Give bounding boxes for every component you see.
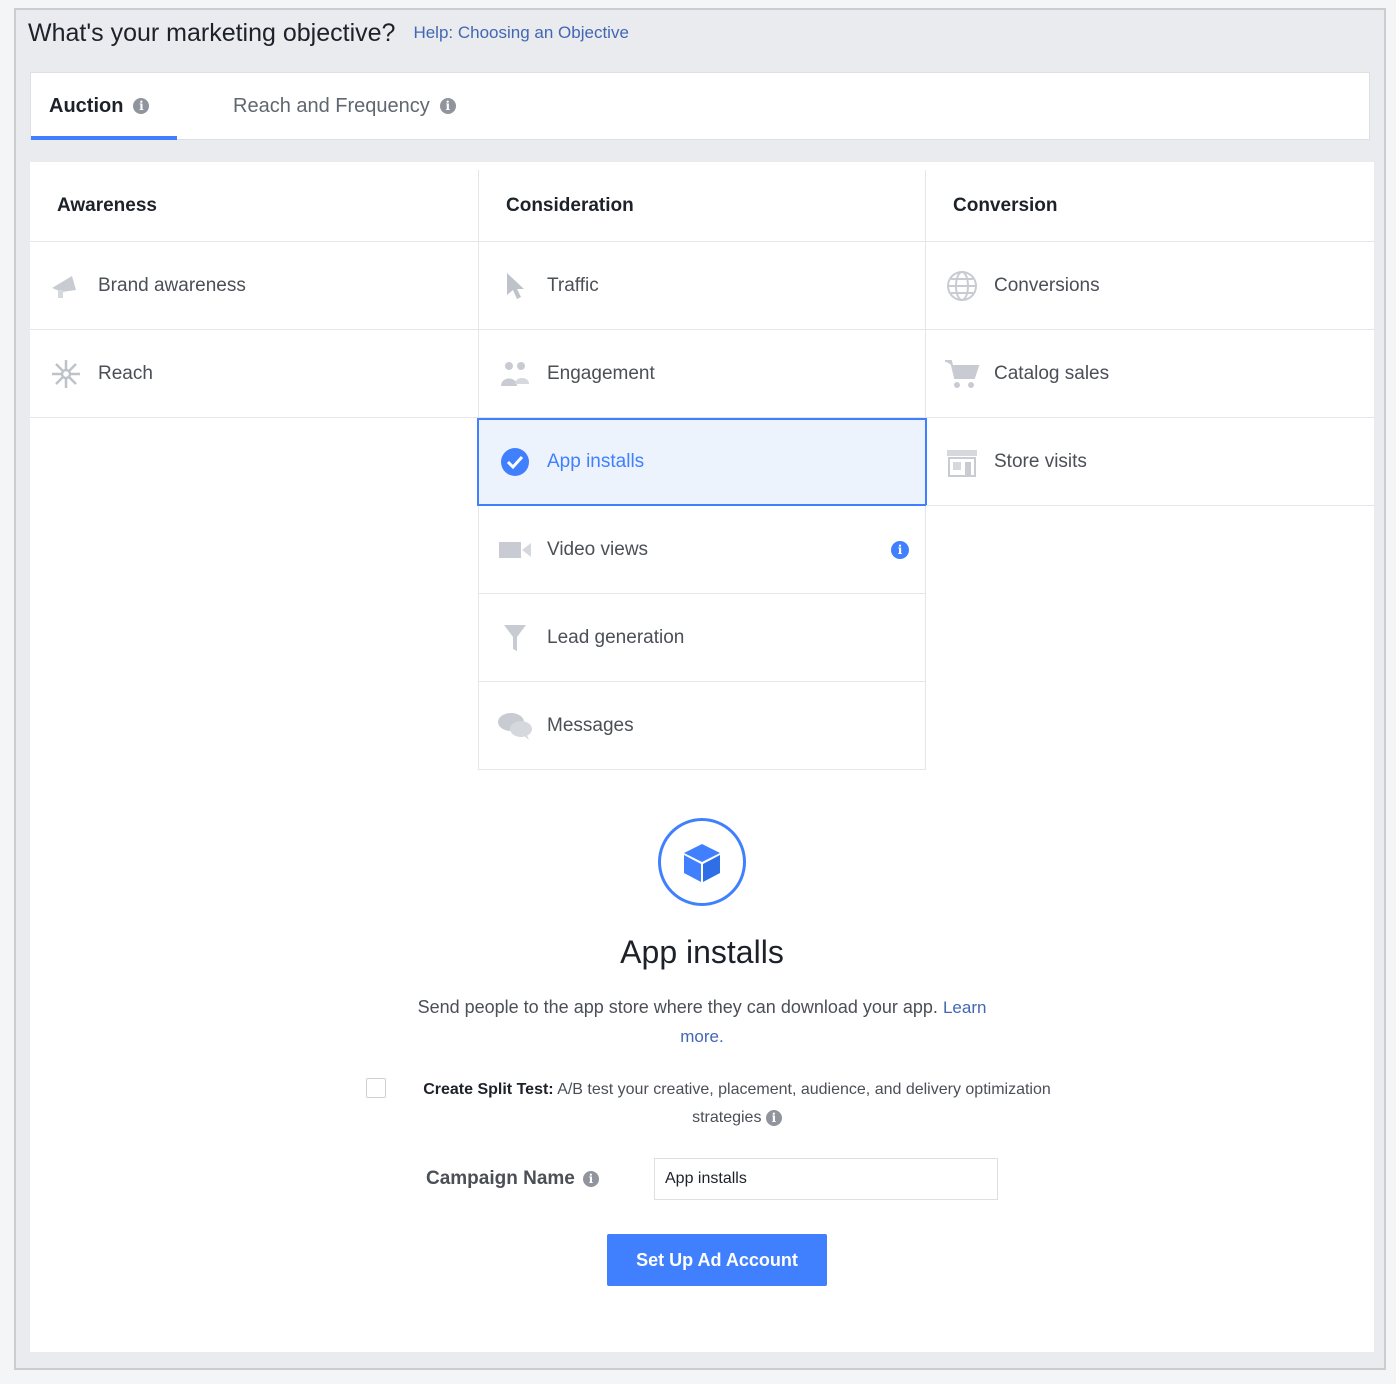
buying-type-tabs: Auction i Reach and Frequency i (30, 72, 1370, 140)
check-circle-icon (497, 444, 533, 480)
learn-more-link-continued[interactable]: more. (680, 1027, 723, 1046)
megaphone-icon (48, 268, 84, 304)
objective-app-installs[interactable]: App installs (477, 418, 927, 506)
column-heading-conversion: Conversion (926, 170, 1374, 242)
split-test-checkbox[interactable] (366, 1078, 386, 1098)
objective-label: Messages (547, 714, 634, 736)
objective-grid: Awareness Brand awareness Reach Consider… (30, 170, 1374, 770)
objective-panel: Awareness Brand awareness Reach Consider… (30, 162, 1374, 1352)
campaign-name-input[interactable] (654, 1158, 998, 1200)
objective-lead-generation[interactable]: Lead generation (479, 594, 925, 682)
objective-brand-awareness[interactable]: Brand awareness (30, 242, 478, 330)
objective-label: App installs (547, 451, 645, 472)
objective-label: Conversions (994, 274, 1100, 296)
help-link[interactable]: Help: Choosing an Objective (413, 23, 628, 43)
info-icon[interactable]: i (133, 98, 150, 114)
objective-detail: App installs Send people to the app stor… (30, 818, 1374, 1286)
split-test-description: A/B test your creative, placement, audie… (557, 1081, 1051, 1126)
store-icon (944, 444, 980, 480)
page-title: What's your marketing objective? (28, 18, 396, 47)
funnel-icon (497, 620, 533, 656)
detail-title: App installs (620, 934, 784, 970)
header: What's your marketing objective? Help: C… (28, 10, 629, 56)
split-test-text: Create Split Test: A/B test your creativ… (422, 1076, 1052, 1132)
campaign-name-label: Campaign Name i (426, 1168, 654, 1190)
globe-icon (944, 268, 980, 304)
tab-reach-frequency-label: Reach and Frequency (233, 94, 430, 117)
set-up-ad-account-button[interactable]: Set Up Ad Account (607, 1234, 827, 1286)
learn-more-link[interactable]: Learn (943, 998, 986, 1017)
detail-description-text: Send people to the app store where they … (417, 997, 938, 1017)
objective-traffic[interactable]: Traffic (479, 242, 925, 330)
cart-icon (944, 356, 980, 392)
objective-label: Store visits (994, 450, 1087, 472)
split-test-label: Create Split Test: (423, 1081, 554, 1098)
objective-label: Catalog sales (994, 362, 1110, 384)
tab-reach-and-frequency[interactable]: Reach and Frequency i (177, 73, 456, 139)
tab-auction-label: Auction (49, 94, 124, 117)
people-icon (497, 356, 533, 392)
column-heading-consideration: Consideration (479, 170, 925, 242)
objective-catalog-sales[interactable]: Catalog sales (926, 330, 1374, 418)
campaign-name-row: Campaign Name i (426, 1158, 1026, 1200)
detail-description: Send people to the app store where they … (30, 993, 1374, 1051)
tab-auction[interactable]: Auction i (31, 73, 177, 140)
objective-reach[interactable]: Reach (30, 330, 478, 418)
objective-conversions[interactable]: Conversions (926, 242, 1374, 330)
objective-label: Engagement (547, 362, 655, 384)
objective-label: Reach (98, 362, 153, 384)
cursor-icon (497, 268, 533, 304)
video-camera-icon (497, 532, 533, 568)
campaign-name-label-text: Campaign Name (426, 1168, 575, 1189)
info-icon[interactable]: i (891, 540, 909, 559)
chat-bubbles-icon (497, 708, 533, 744)
column-awareness: Awareness Brand awareness Reach (30, 170, 478, 770)
objective-store-visits[interactable]: Store visits (926, 418, 1374, 506)
objective-video-views[interactable]: Video views i (479, 506, 925, 594)
objective-label: Brand awareness (98, 274, 246, 296)
objective-label: Lead generation (547, 626, 685, 648)
objective-engagement[interactable]: Engagement (479, 330, 925, 418)
info-icon[interactable]: i (439, 98, 456, 114)
column-conversion: Conversion Conversions Catalog sales Sto… (926, 170, 1374, 770)
reach-icon (48, 356, 84, 392)
column-heading-awareness: Awareness (30, 170, 478, 242)
objective-messages[interactable]: Messages (479, 682, 925, 770)
info-icon[interactable]: i (582, 1171, 599, 1187)
split-test-option: Create Split Test: A/B test your creativ… (366, 1076, 1056, 1132)
objective-label: Traffic (547, 274, 599, 296)
info-icon[interactable]: i (765, 1110, 782, 1126)
column-consideration: Consideration Traffic Engagement App ins… (477, 170, 927, 770)
objective-label: Video views (547, 538, 649, 560)
app-cube-icon (658, 818, 746, 906)
